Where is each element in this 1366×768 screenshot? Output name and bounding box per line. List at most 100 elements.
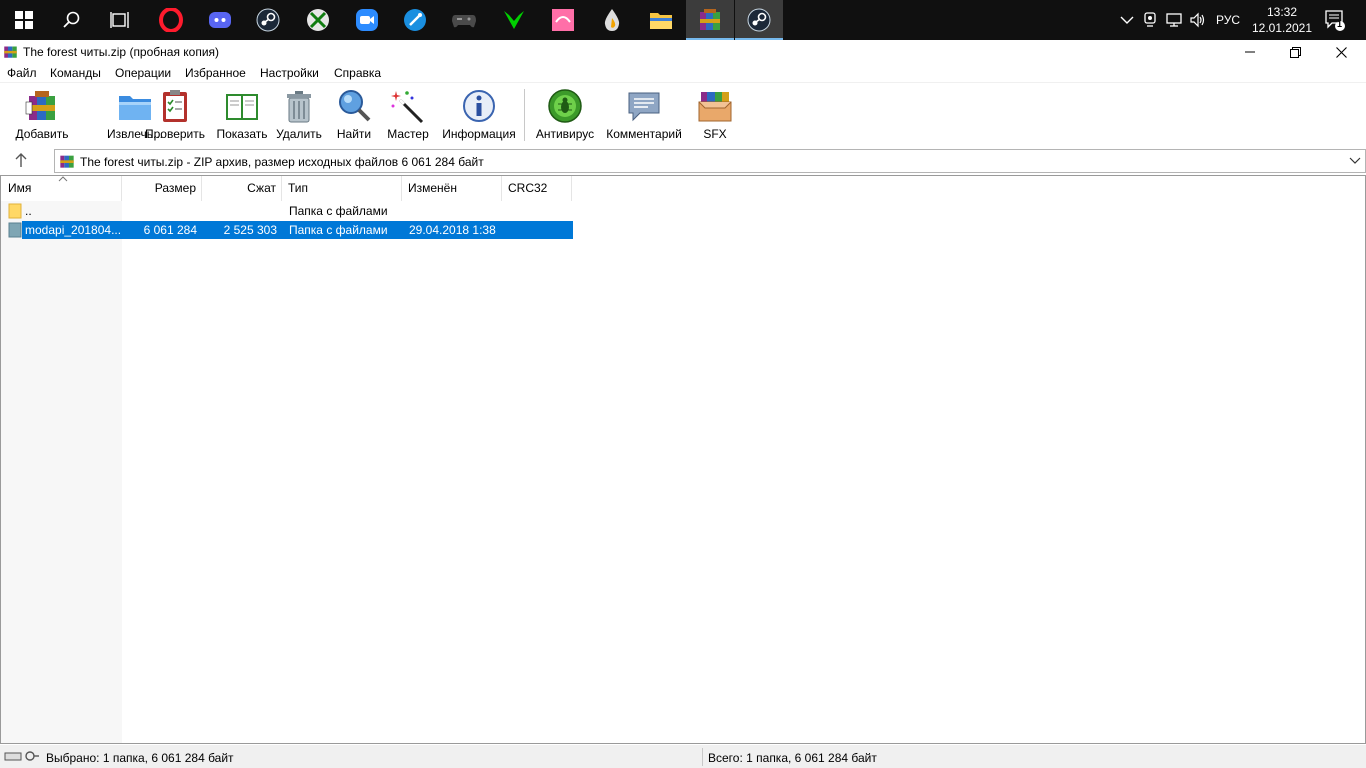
cell-type: Папка с файлами: [289, 204, 388, 218]
column-header-modified[interactable]: Изменён: [402, 176, 502, 201]
table-row-selected[interactable]: modapi_201804... 6 061 284 2 525 303 Пап…: [22, 221, 573, 239]
zip-archive-icon: [60, 155, 74, 168]
minimize-button[interactable]: [1227, 40, 1273, 64]
magnifier-icon: [339, 90, 371, 122]
chevron-down-icon[interactable]: [1349, 157, 1361, 165]
tray-network[interactable]: [1166, 0, 1182, 40]
menu-commands[interactable]: Команды: [50, 65, 101, 81]
tray-language[interactable]: РУС: [1216, 0, 1240, 40]
razer-icon: [504, 11, 524, 29]
toolbar-antivirus-label: Антивирус: [535, 127, 595, 141]
cell-modified: 29.04.2018 1:38: [409, 223, 496, 237]
taskbar-app-pink[interactable]: [539, 0, 587, 40]
column-header-crc-label: CRC32: [508, 181, 548, 195]
arrow-up-icon: [15, 153, 27, 167]
menu-help[interactable]: Справка: [334, 65, 381, 81]
toolbar-view-button[interactable]: Показать: [215, 88, 269, 144]
column-header-modified-label: Изменён: [408, 181, 457, 195]
toolbar: Добавить Извлечь... Проверить Показать У…: [0, 82, 1366, 146]
up-level-button[interactable]: [14, 152, 28, 171]
taskbar-app-paint[interactable]: [391, 0, 439, 40]
cell-name: ..: [25, 204, 32, 218]
column-header-packed[interactable]: Сжат: [202, 176, 282, 201]
toolbar-comment-label: Комментарий: [606, 127, 682, 141]
toolbar-add-button[interactable]: Добавить: [14, 88, 70, 144]
toolbar-info-button[interactable]: Информация: [441, 88, 517, 144]
status-separator: [702, 748, 703, 766]
water-drop-icon: [604, 9, 620, 31]
toolbar-comment-button[interactable]: Комментарий: [604, 88, 684, 144]
network-icon: [1166, 13, 1182, 27]
toolbar-delete-button[interactable]: Удалить: [275, 88, 323, 144]
chevron-up-icon: [1120, 16, 1134, 24]
taskbar-app-explorer[interactable]: [637, 0, 685, 40]
search-icon: [63, 11, 80, 28]
column-header-crc[interactable]: CRC32: [502, 176, 572, 201]
column-header-size[interactable]: Размер: [122, 176, 202, 201]
volume-icon: [1190, 12, 1205, 28]
zoom-icon: [356, 9, 378, 31]
menu-favorites[interactable]: Избранное: [185, 65, 246, 81]
menu-settings[interactable]: Настройки: [260, 65, 319, 81]
notification-icon: [1325, 10, 1345, 31]
minimize-icon: [1245, 51, 1255, 53]
comment-icon: [628, 92, 660, 122]
toolbar-antivirus-button[interactable]: Антивирус: [534, 88, 596, 144]
toolbar-sfx-label: SFX: [703, 127, 727, 141]
toolbar-info-label: Информация: [442, 127, 516, 141]
close-button[interactable]: [1318, 40, 1364, 64]
taskbar-app-discord[interactable]: [196, 0, 244, 40]
status-total: Всего: 1 папка, 6 061 284 байт: [708, 751, 877, 765]
taskbar-app-steam-2[interactable]: [735, 0, 783, 40]
pink-app-icon: [552, 9, 574, 31]
search-button[interactable]: [48, 0, 96, 40]
menu-bar: Файл Команды Операции Избранное Настройк…: [0, 64, 1366, 82]
column-header-type[interactable]: Тип: [282, 176, 402, 201]
path-field[interactable]: The forest читы.zip - ZIP архив, размер …: [54, 149, 1366, 173]
toolbar-test-button[interactable]: Проверить: [144, 88, 206, 144]
toolbar-add-label: Добавить: [15, 127, 69, 141]
tray-webcam[interactable]: [1143, 0, 1157, 40]
toolbar-find-label: Найти: [336, 127, 372, 141]
steam-icon: [747, 8, 771, 32]
cell-size: 6 061 284: [143, 223, 197, 237]
gamepad-icon: [452, 15, 476, 28]
status-selected: Выбрано: 1 папка, 6 061 284 байт: [46, 751, 234, 765]
folder-icon: [8, 222, 22, 238]
test-clipboard-icon: [163, 90, 187, 122]
taskbar-app-opera[interactable]: [147, 0, 195, 40]
window-title: The forest читы.zip (пробная копия): [23, 45, 220, 59]
clock-time: 13:32: [1266, 5, 1298, 19]
close-icon: [1335, 46, 1347, 58]
taskbar-app-razer[interactable]: [490, 0, 538, 40]
tray-expand-button[interactable]: [1120, 0, 1134, 40]
cell-type: Папка с файлами: [289, 223, 388, 237]
brush-app-icon: [404, 9, 426, 31]
name-column-background: [1, 176, 122, 743]
taskbar-app-zoom[interactable]: [343, 0, 391, 40]
taskbar-app-drop[interactable]: [588, 0, 636, 40]
webcam-icon: [1144, 12, 1156, 27]
start-button[interactable]: [0, 0, 48, 40]
clock[interactable]: 13:32 12.01.2021: [1244, 4, 1320, 36]
notification-center-button[interactable]: 1: [1324, 0, 1346, 40]
menu-operations[interactable]: Операции: [115, 65, 171, 81]
table-row[interactable]: .. Папка с файлами: [1, 202, 573, 220]
taskbar-app-xbox[interactable]: [294, 0, 342, 40]
sfx-box-icon: [698, 92, 732, 122]
column-header-type-label: Тип: [288, 181, 309, 195]
toolbar-sfx-button[interactable]: SFX: [694, 88, 736, 144]
tray-volume[interactable]: [1190, 0, 1206, 40]
trash-icon: [287, 91, 311, 123]
column-header-size-label: Размер: [154, 181, 196, 195]
taskbar-app-winrar[interactable]: [686, 0, 734, 40]
xbox-icon: [307, 9, 329, 31]
taskbar-app-gamepad[interactable]: [440, 0, 488, 40]
task-view-button[interactable]: [96, 0, 144, 40]
menu-file[interactable]: Файл: [7, 65, 37, 81]
toolbar-find-button[interactable]: Найти: [334, 88, 374, 144]
toolbar-wizard-button[interactable]: Мастер: [385, 88, 431, 144]
taskbar-app-steam[interactable]: [244, 0, 292, 40]
maximize-button[interactable]: [1272, 40, 1318, 64]
column-header-name[interactable]: Имя: [1, 176, 122, 201]
